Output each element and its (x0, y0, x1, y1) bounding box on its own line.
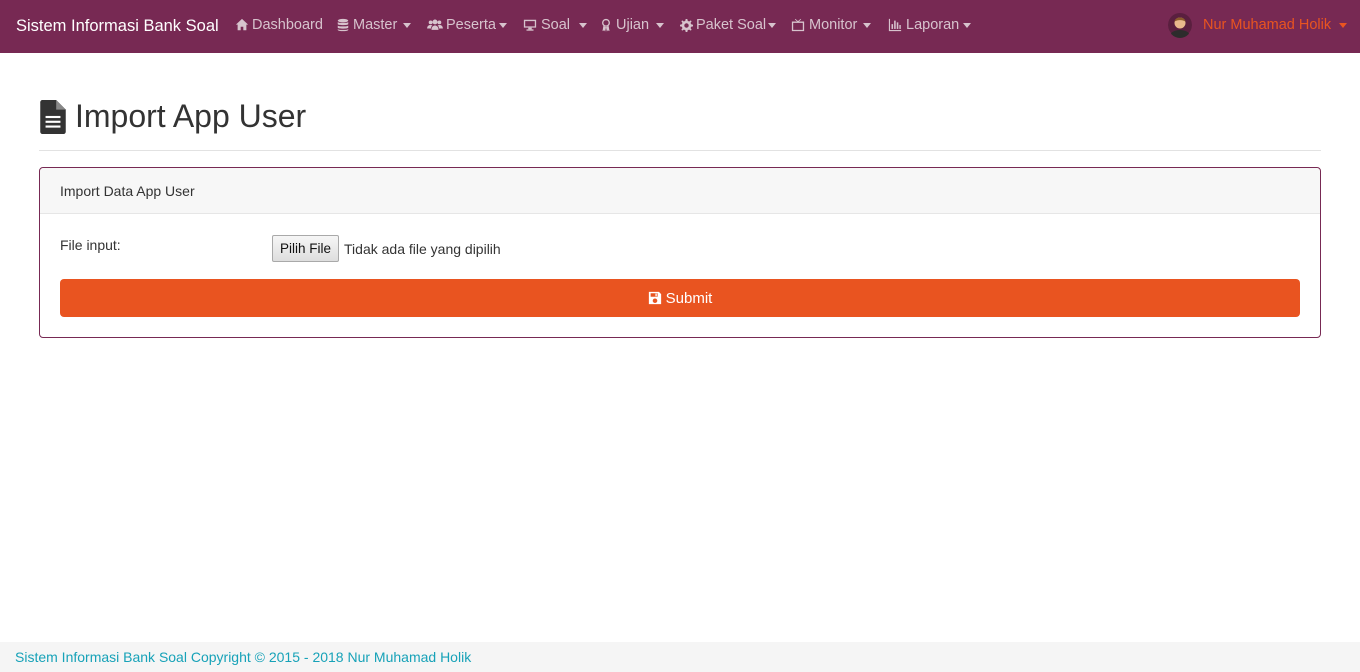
desktop-icon (522, 18, 538, 32)
nav-peserta[interactable]: Peserta (427, 17, 507, 33)
nav-dashboard[interactable]: Dashboard (235, 17, 323, 33)
choose-file-button[interactable]: Pilih File (272, 235, 340, 262)
file-input-label: File input: (60, 237, 121, 253)
footer-text: Sistem Informasi Bank Soal Copyright © 2… (15, 649, 472, 665)
award-icon (599, 18, 613, 32)
nav-paket-soal-label: Paket Soal (696, 17, 767, 33)
nav-laporan[interactable]: Laporan (887, 17, 972, 33)
user-avatar (1168, 12, 1192, 38)
submit-label: Submit (665, 289, 713, 307)
bar-chart-icon (887, 18, 903, 32)
file-text-icon (40, 99, 66, 134)
gear-icon (680, 18, 693, 32)
brand-link[interactable]: Sistem Informasi Bank Soal (16, 17, 219, 36)
database-icon (336, 18, 350, 32)
save-icon (648, 291, 661, 305)
nav-soal-label: Soal (541, 17, 571, 33)
nav-peserta-label: Peserta (446, 17, 496, 33)
chevron-down-icon (963, 22, 972, 28)
title-divider (39, 150, 1321, 151)
nav-soal[interactable]: Soal (522, 17, 588, 33)
nav-ujian-label: Ujian (616, 17, 650, 33)
nav-dashboard-label: Dashboard (252, 17, 323, 33)
nav-master-label: Master (353, 17, 398, 33)
top-navbar: Sistem Informasi Bank Soal Dashboard Mas… (0, 0, 1360, 53)
user-menu[interactable]: Nur Muhamad Holik (1168, 12, 1348, 38)
chevron-down-icon (656, 22, 665, 28)
users-icon (427, 18, 443, 32)
file-input[interactable]: Pilih File Tidak ada file yang dipilih (272, 235, 501, 262)
chevron-down-icon (498, 22, 507, 28)
nav-ujian[interactable]: Ujian (599, 17, 665, 33)
chevron-down-icon (768, 22, 777, 28)
tv-icon (790, 18, 806, 32)
chevron-down-icon (1339, 22, 1348, 28)
nav-laporan-label: Laporan (906, 17, 960, 33)
nav-monitor[interactable]: Monitor (790, 17, 872, 33)
chevron-down-icon (579, 22, 588, 28)
nav-master[interactable]: Master (336, 17, 412, 33)
nav-monitor-label: Monitor (809, 17, 858, 33)
import-card: Import Data App User File input: Pilih F… (39, 167, 1321, 338)
card-header: Import Data App User (40, 168, 1320, 214)
footer: Sistem Informasi Bank Soal Copyright © 2… (0, 642, 1360, 672)
nav-paket-soal[interactable]: Paket Soal (680, 17, 777, 33)
user-name: Nur Muhamad Holik (1203, 17, 1332, 33)
page-title: Import App User (39, 98, 306, 135)
file-status-text: Tidak ada file yang dipilih (344, 240, 501, 257)
page-title-text: Import App User (75, 98, 307, 134)
submit-button[interactable]: Submit (60, 279, 1300, 317)
chevron-down-icon (403, 22, 412, 28)
chevron-down-icon (863, 22, 872, 28)
home-icon (235, 18, 249, 32)
